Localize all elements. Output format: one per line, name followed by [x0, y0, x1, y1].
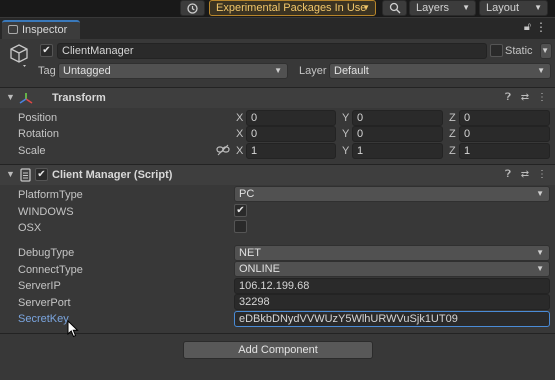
presets-icon[interactable]: ⇄ — [518, 169, 532, 180]
tab-inspector-label: Inspector — [22, 24, 68, 36]
chevron-down-icon: ▼ — [536, 189, 544, 198]
position-y-axis-label: Y — [342, 112, 350, 124]
layout-label: Layout — [486, 2, 520, 14]
presets-icon[interactable]: ⇄ — [518, 92, 532, 103]
more-menu-icon[interactable]: ⋮ — [535, 92, 549, 103]
windows-checkbox[interactable]: ✔ — [234, 204, 247, 217]
connect-type-value: ONLINE — [239, 263, 280, 275]
platform-type-value: PC — [239, 188, 255, 200]
transform-header-icons: ❓︎ ⇄ ⋮ — [498, 91, 549, 103]
rotation-y-axis-label: Y — [342, 128, 350, 140]
connect-type-dropdown[interactable]: ONLINE ▼ — [234, 261, 550, 277]
static-checkbox[interactable] — [490, 44, 503, 57]
connect-type-label: ConnectType — [18, 264, 83, 276]
experimental-packages-label: Experimental Packages In Use — [216, 2, 367, 14]
layer-label: Layer — [299, 65, 327, 77]
position-y-field[interactable]: 0 — [352, 110, 443, 126]
scale-label: Scale — [18, 145, 46, 157]
debug-type-value: NET — [239, 247, 261, 259]
platform-type-dropdown[interactable]: PC ▼ — [234, 186, 550, 202]
client-manager-header[interactable]: ▼ ✔ Client Manager (Script) ❓︎ ⇄ ⋮ — [0, 164, 555, 185]
osx-checkbox[interactable] — [234, 220, 247, 233]
help-icon[interactable]: ❓︎ — [501, 169, 515, 180]
rotation-z-field[interactable]: 0 — [459, 126, 550, 142]
chevron-down-icon: ▼ — [534, 3, 542, 12]
lock-icon[interactable]: 🔓︎ — [524, 21, 531, 34]
server-ip-label: ServerIP — [18, 280, 61, 292]
layer-value: Default — [334, 65, 369, 77]
layers-dropdown[interactable]: Layers ▼ — [409, 0, 476, 16]
component-divider — [0, 333, 555, 334]
chevron-down-icon: ▼ — [537, 66, 545, 75]
chevron-down-icon: ▼ — [536, 264, 544, 273]
history-button[interactable] — [180, 0, 205, 16]
chevron-down-icon: ▼ — [462, 3, 470, 12]
debug-type-dropdown[interactable]: NET ▼ — [234, 245, 550, 261]
transform-axes-icon — [19, 93, 33, 104]
chevron-down-icon: ▼ — [362, 3, 370, 12]
static-label: Static — [505, 45, 533, 57]
top-toolbar: Experimental Packages In Use ▼ Layers ▼ … — [0, 0, 555, 17]
scale-z-field[interactable]: 1 — [459, 143, 550, 159]
windows-label: WINDOWS — [18, 206, 74, 218]
rotation-y-field[interactable]: 0 — [352, 126, 443, 142]
server-port-field[interactable]: 32298 — [234, 294, 550, 310]
experimental-packages-dropdown[interactable]: Experimental Packages In Use ▼ — [209, 0, 376, 16]
debug-type-label: DebugType — [18, 247, 75, 259]
history-icon — [187, 3, 198, 14]
foldout-expanded-icon[interactable]: ▼ — [6, 92, 15, 102]
constrain-proportions-link-icon[interactable] — [216, 144, 230, 156]
platform-type-label: PlatformType — [18, 189, 83, 201]
rotation-z-axis-label: Z — [449, 128, 456, 140]
transform-title: Transform — [52, 92, 106, 104]
secret-key-label: SecretKey — [18, 313, 69, 325]
static-dropdown[interactable]: ▼ — [540, 43, 552, 59]
position-x-axis-label: X — [236, 112, 244, 124]
server-port-label: ServerPort — [18, 297, 71, 309]
help-icon[interactable]: ❓︎ — [501, 92, 515, 103]
foldout-expanded-icon[interactable]: ▼ — [6, 169, 15, 179]
gameobject-active-checkbox[interactable]: ✔ — [40, 44, 53, 57]
gameobject-name-field[interactable]: ClientManager — [57, 43, 487, 59]
position-z-axis-label: Z — [449, 112, 456, 124]
chevron-down-icon: ▼ — [541, 46, 549, 55]
search-icon — [389, 2, 401, 14]
tag-value: Untagged — [63, 65, 111, 77]
rotation-label: Rotation — [18, 128, 59, 140]
script-file-icon — [20, 168, 31, 182]
layer-dropdown[interactable]: Default ▼ — [329, 63, 551, 79]
position-x-field[interactable]: 0 — [246, 110, 336, 126]
chevron-down-icon: ▼ — [536, 248, 544, 257]
add-component-button[interactable]: Add Component — [183, 341, 373, 359]
tab-bar: Inspector 🔓︎ ⋮ — [0, 18, 555, 39]
inspector-icon — [8, 25, 18, 34]
rotation-x-axis-label: X — [236, 128, 244, 140]
osx-label: OSX — [18, 222, 42, 234]
server-ip-field[interactable]: 106.12.199.68 — [234, 278, 550, 294]
more-menu-icon[interactable]: ⋮ — [535, 20, 547, 34]
position-label: Position — [18, 112, 58, 124]
tab-inspector[interactable]: Inspector — [2, 20, 80, 39]
layout-dropdown[interactable]: Layout ▼ — [479, 0, 548, 16]
gameobject-cube-icon — [8, 43, 30, 72]
secret-key-field[interactable]: eDBkbDNydVVWUzY5WlhURWVuSjk1UT09 — [234, 311, 550, 327]
tag-dropdown[interactable]: Untagged ▼ — [58, 63, 288, 79]
client-manager-header-icons: ❓︎ ⇄ ⋮ — [498, 168, 549, 180]
position-z-field[interactable]: 0 — [459, 110, 550, 126]
more-menu-icon[interactable]: ⋮ — [535, 169, 549, 180]
search-button[interactable] — [382, 0, 407, 16]
chevron-down-icon: ▼ — [274, 66, 282, 75]
scale-z-axis-label: Z — [449, 145, 456, 157]
client-manager-enabled-checkbox[interactable]: ✔ — [35, 168, 48, 181]
scale-y-axis-label: Y — [342, 145, 350, 157]
scale-y-field[interactable]: 1 — [352, 143, 443, 159]
layers-label: Layers — [416, 2, 450, 14]
mouse-cursor-icon — [67, 320, 79, 338]
transform-header[interactable]: ▼ Transform ❓︎ ⇄ ⋮ — [0, 87, 555, 108]
scale-x-field[interactable]: 1 — [246, 143, 336, 159]
client-manager-title: Client Manager (Script) — [52, 169, 173, 181]
tag-label: Tag — [38, 65, 56, 77]
scale-x-axis-label: X — [236, 145, 244, 157]
rotation-x-field[interactable]: 0 — [246, 126, 336, 142]
